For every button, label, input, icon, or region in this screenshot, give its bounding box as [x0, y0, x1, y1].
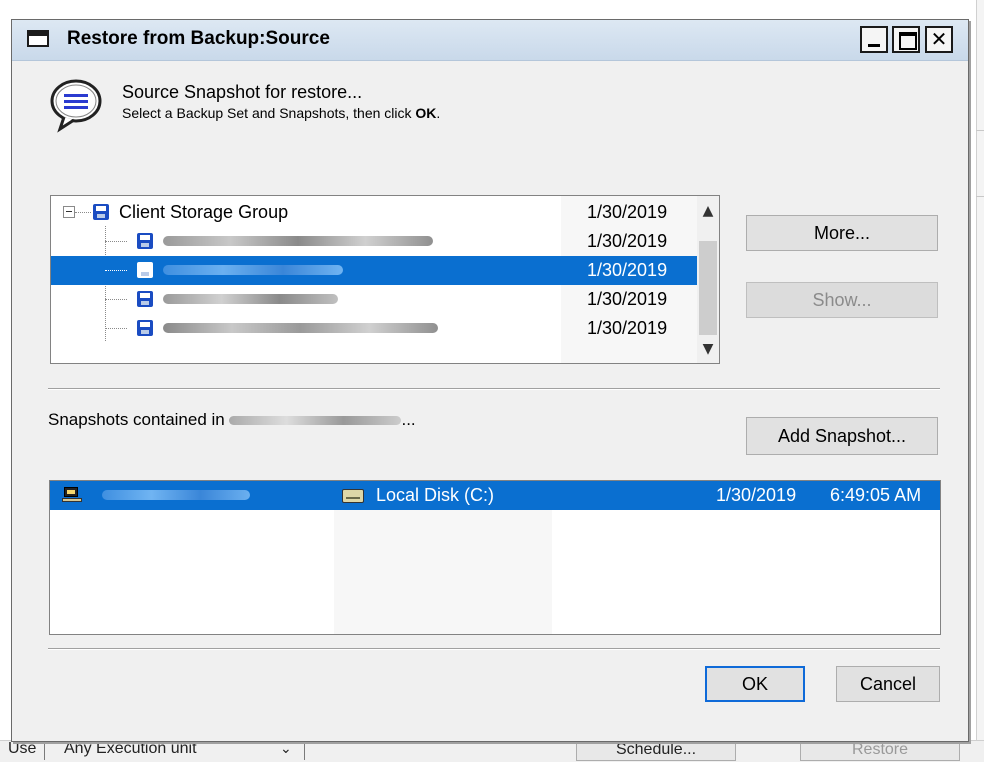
snapshots-list[interactable]: Local Disk (C:) 1/30/2019 6:49:05 AM [49, 480, 941, 635]
tree-node-date: 1/30/2019 [587, 260, 668, 280]
redacted-name [163, 323, 438, 333]
backup-set-tree[interactable]: Client Storage Group 1/30/2019 1/30/2019… [50, 195, 720, 364]
close-button[interactable]: ✕ [925, 26, 953, 53]
background-separator [44, 742, 45, 760]
tree-guide-line [105, 270, 127, 272]
speech-bubble-icon [50, 79, 102, 133]
header-title: Source Snapshot for restore... [122, 82, 363, 102]
chevron-down-icon[interactable]: ⌄ [280, 740, 292, 757]
snapshot-volume: Local Disk (C:) [376, 485, 495, 505]
tree-node-selected[interactable]: 1/30/2019 [51, 256, 697, 285]
close-icon: ✕ [930, 27, 948, 51]
tree-node-label: Client Storage Group [119, 202, 289, 222]
snapshot-time: 6:49:05 AM [830, 485, 922, 505]
tree-node-client-storage-group[interactable]: Client Storage Group 1/30/2019 [51, 198, 697, 227]
cancel-button[interactable]: Cancel [836, 666, 940, 702]
tree-guide-line [75, 212, 91, 214]
divider [48, 648, 940, 650]
background-separator [304, 742, 305, 760]
backup-set-icon [137, 291, 153, 307]
redacted-name [163, 236, 433, 246]
tree-node-date: 1/30/2019 [587, 318, 668, 338]
background-use-label: Use [8, 740, 37, 757]
backup-set-icon [137, 320, 153, 336]
divider [48, 388, 940, 390]
title-bar[interactable]: Restore from Backup:Source ✕ [12, 20, 968, 61]
maximize-button[interactable] [892, 26, 920, 53]
show-button[interactable]: Show... [746, 282, 938, 318]
redacted-name [163, 265, 343, 275]
background-divider [976, 196, 984, 197]
window-icon [27, 30, 49, 47]
tree-node[interactable]: 1/30/2019 [51, 314, 697, 343]
tree-guide-line [105, 241, 127, 243]
snapshot-row-selected[interactable]: Local Disk (C:) 1/30/2019 6:49:05 AM [50, 481, 940, 510]
minimize-button[interactable] [860, 26, 888, 53]
tree-node-date: 1/30/2019 [587, 289, 668, 309]
tree-node[interactable]: 1/30/2019 [51, 227, 697, 256]
tree-node[interactable]: 1/30/2019 [51, 285, 697, 314]
dialog-title: Restore from Backup:Source [67, 28, 330, 49]
background-restore-button[interactable]: Restore [800, 740, 960, 761]
redacted-name [102, 490, 250, 500]
snapshot-date: 1/30/2019 [716, 485, 797, 505]
scroll-down-arrow-icon[interactable]: ▼ [697, 338, 719, 360]
tree-guide-line [105, 328, 127, 330]
backup-set-icon [93, 204, 109, 220]
snapshots-contained-label: Snapshots contained in ... [48, 410, 416, 429]
background-divider [976, 130, 984, 131]
backup-set-icon [137, 233, 153, 249]
redacted-name [163, 294, 338, 304]
tree-node-date: 1/30/2019 [587, 202, 668, 222]
background-execution-unit-select[interactable]: Any Execution unit [64, 740, 197, 758]
background-schedule-button[interactable]: Schedule... [576, 740, 736, 761]
scroll-thumb[interactable] [699, 241, 717, 335]
local-disk-icon [342, 489, 364, 503]
restore-dialog: Restore from Backup:Source ✕ Source Snap… [11, 19, 969, 742]
more-button[interactable]: More... [746, 215, 938, 251]
backup-set-icon [137, 262, 153, 278]
collapse-icon[interactable] [63, 206, 75, 218]
tree-scrollbar[interactable]: ▲ ▼ [697, 196, 719, 363]
header-instructions: Select a Backup Set and Snapshots, then … [122, 105, 441, 121]
add-snapshot-button[interactable]: Add Snapshot... [746, 417, 938, 455]
tree-node-date: 1/30/2019 [587, 231, 668, 251]
tree-guide-line [105, 299, 127, 301]
redacted-name [229, 416, 402, 426]
computer-icon [62, 487, 82, 503]
scroll-up-arrow-icon[interactable]: ▲ [697, 200, 719, 222]
background-scroll-edge [976, 0, 984, 761]
ok-button[interactable]: OK [705, 666, 805, 702]
